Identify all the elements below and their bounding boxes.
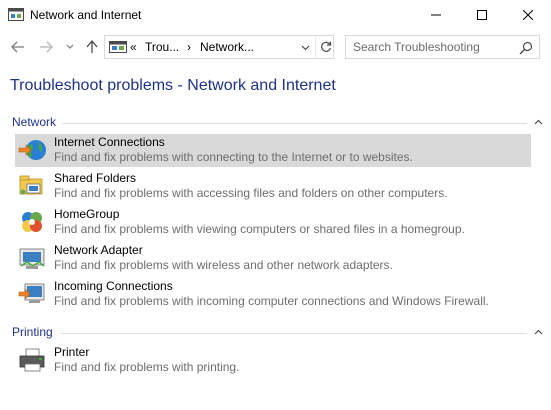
troubleshooter-shared-folders[interactable]: Shared Folders Find and fix problems wit… [15,170,531,203]
breadcrumb-network[interactable]: Network... [200,40,254,54]
search-box[interactable]: Search Troubleshooting [345,35,540,59]
address-dropdown-button[interactable] [297,39,313,57]
control-panel-icon [8,8,24,21]
back-button[interactable] [9,38,27,56]
control-panel-icon [109,41,127,53]
title-bar: Network and Internet [0,0,551,30]
item-description: Find and fix problems with accessing fil… [54,186,448,200]
arrow-left-icon [11,41,24,53]
search-input[interactable]: Search Troubleshooting [353,40,480,54]
collapse-button[interactable] [532,326,544,338]
troubleshooter-homegroup[interactable]: HomeGroup Find and fix problems with vie… [15,206,531,239]
refresh-icon [320,41,331,52]
chevron-up-icon [534,329,542,335]
search-icon[interactable] [518,40,534,56]
item-description: Find and fix problems with wireless and … [54,258,393,272]
minimize-button[interactable] [413,0,459,30]
chevron-down-icon [301,45,309,51]
divider [60,333,527,334]
forward-button[interactable] [37,38,55,56]
item-title[interactable]: Network Adapter [54,243,143,257]
chevron-up-icon [534,119,542,125]
group-header-printing[interactable]: Printing [0,325,551,343]
breadcrumb-separator[interactable]: › [187,40,191,54]
troubleshooter-internet-connections[interactable]: Internet Connections Find and fix proble… [15,134,531,167]
item-description: Find and fix problems with incoming comp… [54,294,489,308]
navigation-bar: « Trou... › Network... Search Troublesho… [0,30,551,64]
homegroup-icon [22,212,42,232]
item-title[interactable]: Incoming Connections [54,279,173,293]
item-description: Find and fix problems with viewing compu… [54,222,465,236]
group-label: Printing [12,325,53,339]
item-description: Find and fix problems with connecting to… [54,150,413,164]
shared-folder-icon [19,175,43,195]
troubleshooter-network-adapter[interactable]: Network Adapter Find and fix problems wi… [15,242,531,275]
item-title[interactable]: HomeGroup [54,207,119,221]
minimize-icon [431,14,441,16]
troubleshooter-printer[interactable]: Printer Find and fix problems with print… [15,344,531,377]
group-label: Network [12,115,57,129]
refresh-button[interactable] [315,36,335,58]
divider [62,123,527,124]
maximize-button[interactable] [459,0,505,30]
address-bar[interactable]: « Trou... › Network... [104,35,334,59]
window-title: Network and Internet [30,8,142,22]
item-title[interactable]: Printer [54,345,89,359]
globe-icon [18,140,46,160]
chevron-down-icon [66,44,74,49]
arrow-right-icon [40,41,53,53]
close-button[interactable] [505,0,551,30]
item-description: Find and fix problems with printing. [54,360,240,374]
group-header-network[interactable]: Network [0,115,551,133]
breadcrumb-troubleshooting[interactable]: Trou... [145,40,179,54]
item-title[interactable]: Internet Connections [54,135,165,149]
arrow-up-icon [86,40,98,53]
incoming-connections-icon [18,283,45,303]
address-overflow-chevron[interactable]: « [130,40,137,54]
maximize-icon [477,10,487,20]
recent-locations-button[interactable] [63,38,77,56]
collapse-button[interactable] [532,116,544,128]
page-title: Troubleshoot problems - Network and Inte… [10,77,336,94]
item-title[interactable]: Shared Folders [54,171,136,185]
close-icon [523,10,533,20]
up-button[interactable] [83,38,101,56]
troubleshooter-incoming-connections[interactable]: Incoming Connections Find and fix proble… [15,278,531,311]
network-adapter-icon [19,248,45,269]
printer-icon [19,348,45,372]
